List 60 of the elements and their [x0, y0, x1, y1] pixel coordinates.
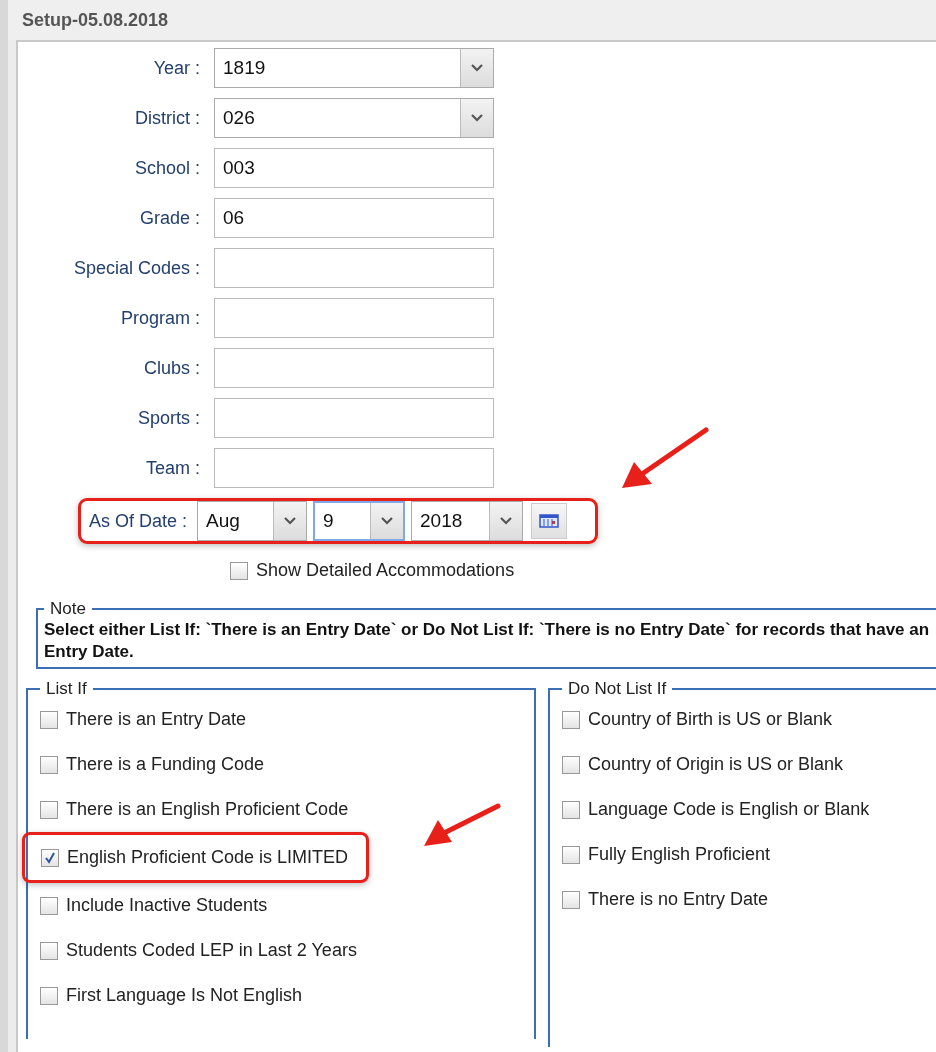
field-label: Program : [119, 307, 201, 329]
chevron-icon [381, 517, 394, 525]
checkbox-label: Language Code is English or Blank [588, 799, 870, 821]
field-label: District : [134, 107, 201, 129]
checkbox[interactable] [562, 845, 580, 864]
checkbox-label: There is a Funding Code [66, 754, 265, 776]
checkbox-label: There is an Entry Date [66, 709, 247, 731]
chevron-icon [471, 64, 483, 72]
checkbox-label: Include Inactive Students [66, 895, 268, 917]
checkbox[interactable] [562, 800, 580, 819]
checkbox[interactable] [562, 890, 580, 909]
chevron-icon [500, 517, 513, 525]
checkbox-label: English Proficient Code is LIMITED [67, 847, 349, 869]
input-field[interactable] [214, 248, 494, 288]
field-label: As Of Date : [89, 510, 188, 532]
input-field[interactable]: 06 [214, 198, 494, 238]
checkbox-label: There is an English Proficient Code [66, 799, 349, 821]
month-dropdown[interactable]: Aug [197, 501, 308, 541]
checkbox-label: Fully English Proficient [588, 844, 771, 866]
day-dropdown[interactable]: 9 [313, 501, 406, 541]
field-label: Special Codes : [72, 257, 201, 279]
field-label: School : [133, 157, 201, 179]
group-title: List If [45, 679, 88, 700]
input-field[interactable]: 003 [214, 148, 494, 188]
checkbox[interactable] [40, 800, 58, 819]
checkbox[interactable] [40, 755, 58, 774]
checkbox[interactable] [40, 986, 58, 1005]
checkbox-label: Students Coded LEP in Last 2 Years [66, 940, 357, 962]
group-title: Note [49, 599, 87, 619]
field-label: Clubs : [142, 357, 201, 379]
chevron-icon [471, 114, 483, 122]
checkbox[interactable] [40, 941, 58, 960]
input-field[interactable] [214, 348, 494, 388]
checkbox[interactable] [562, 755, 580, 774]
input-field[interactable] [214, 398, 494, 438]
input-field[interactable] [214, 298, 494, 338]
checkbox[interactable] [41, 848, 59, 867]
checkbox[interactable] [562, 710, 580, 729]
checkbox[interactable] [40, 896, 58, 915]
input-field[interactable] [214, 448, 494, 488]
field-label: Team : [144, 457, 201, 479]
checkbox[interactable] [40, 710, 58, 729]
field-label: Year : [152, 57, 201, 79]
calendar-button[interactable] [531, 503, 568, 539]
field-label: Grade : [138, 207, 201, 229]
window-title: Setup-05.08.2018 [22, 9, 169, 31]
checkbox-label: First Language Is Not English [66, 985, 303, 1007]
field-label: Sports : [136, 407, 201, 429]
chevron-icon [284, 517, 297, 525]
dropdown[interactable]: 026 [214, 98, 494, 138]
year-dropdown[interactable]: 2018 [411, 501, 524, 541]
checkbox-label: Country of Birth is US or Blank [588, 709, 833, 731]
checkbox-label: Country of Origin is US or Blank [588, 754, 844, 776]
checkbox-label: There is no Entry Date [588, 889, 769, 911]
checkbox[interactable] [230, 561, 248, 580]
checkbox-label: Show Detailed Accommodations [256, 560, 515, 581]
note-text: Select either List If: `There is an Entry Date` or Do Not List If: `There is no Entry Date` for records that have an Entry Date. [44, 619, 930, 664]
calendar-icon [539, 514, 560, 528]
dropdown[interactable]: 1819 [214, 48, 494, 88]
group-title: Do Not List If [567, 679, 668, 700]
